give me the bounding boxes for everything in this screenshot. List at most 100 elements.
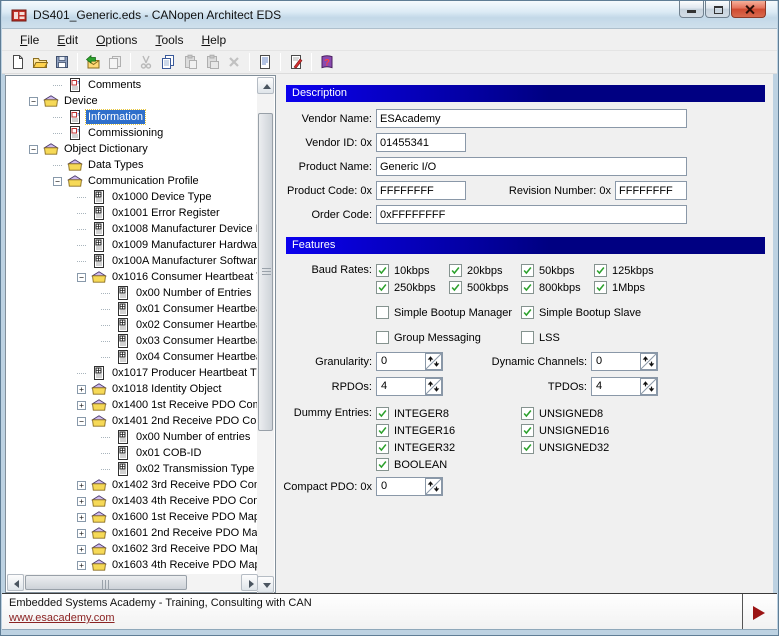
scroll-left-icon[interactable] — [7, 574, 24, 591]
tree-item-label[interactable]: 0x1016 Consumer Heartbeat Time — [110, 270, 258, 284]
tree-item[interactable]: +0x1400 1st Receive PDO Communi — [7, 397, 258, 413]
tree-item[interactable]: +0x1602 3rd Receive PDO Mapping — [7, 541, 258, 557]
spinner-arrows-icon[interactable] — [640, 378, 657, 395]
tree-item[interactable]: 0x02 Transmission Type — [7, 461, 258, 477]
stepper-value[interactable]: 4 — [377, 378, 425, 395]
unchecked-checkbox-icon[interactable] — [376, 331, 389, 344]
checked-checkbox-icon[interactable] — [521, 281, 534, 294]
tree-item[interactable]: 0x00 Number of Entries — [7, 285, 258, 301]
menu-item-edit[interactable]: Edit — [48, 30, 87, 50]
checkbox-20kbps[interactable]: 20kbps — [449, 262, 521, 279]
banner-play-icon[interactable] — [753, 606, 765, 620]
checked-checkbox-icon[interactable] — [521, 306, 534, 319]
validate-button[interactable] — [285, 52, 307, 72]
tree-item[interactable]: 0x01 COB-ID — [7, 445, 258, 461]
tree-item-label[interactable]: 0x01 COB-ID — [134, 446, 203, 460]
tree-expander-plus-icon[interactable]: + — [77, 497, 86, 506]
product-name-input[interactable] — [376, 157, 687, 176]
tree-horizontal-scrollbar[interactable] — [7, 574, 258, 591]
tree-item[interactable]: −Object Dictionary — [7, 141, 258, 157]
tree-item-label[interactable]: 0x1603 4th Receive PDO Mapping — [110, 558, 258, 572]
document-properties-button[interactable] — [254, 52, 276, 72]
spinner-arrows-icon[interactable] — [640, 353, 657, 370]
tree-item[interactable]: +0x1402 3rd Receive PDO Commun — [7, 477, 258, 493]
checkbox-simple-bootup-slave[interactable]: Simple Bootup Slave — [521, 304, 641, 321]
granularity-stepper[interactable]: 0 — [376, 352, 443, 371]
tree-item-label[interactable]: 0x04 Consumer Heartbeat Time — [134, 350, 258, 364]
checked-checkbox-icon[interactable] — [449, 281, 462, 294]
checked-checkbox-icon[interactable] — [521, 441, 534, 454]
tree-item[interactable]: 0x1008 Manufacturer Device Name — [7, 221, 258, 237]
tree-item-label[interactable]: 0x00 Number of entries — [134, 430, 252, 444]
tree-item[interactable]: +0x1018 Identity Object — [7, 381, 258, 397]
tree-item-label[interactable]: 0x1017 Producer Heartbeat Time — [110, 366, 258, 380]
scroll-up-icon[interactable] — [257, 77, 274, 94]
tree-item-label[interactable]: 0x1600 1st Receive PDO Mapping — [110, 510, 258, 524]
checkbox-125kbps[interactable]: 125kbps — [594, 262, 654, 279]
tree-item-label[interactable]: 0x1601 2nd Receive PDO Mapping — [110, 526, 258, 540]
tree-item-label[interactable]: 0x01 Consumer Heartbeat Time — [134, 302, 258, 316]
revision-number-input[interactable] — [615, 181, 687, 200]
tree-item[interactable]: −0x1401 2nd Receive PDO Commur — [7, 413, 258, 429]
checkbox-500kbps[interactable]: 500kbps — [449, 279, 521, 296]
unchecked-checkbox-icon[interactable] — [521, 331, 534, 344]
checkbox-50kbps[interactable]: 50kbps — [521, 262, 594, 279]
save-button[interactable] — [51, 52, 73, 72]
tree-item-label[interactable]: Comments — [86, 78, 143, 92]
tree-item-label[interactable]: 0x1009 Manufacturer Hardware Ve — [110, 238, 258, 252]
banner-link[interactable]: www.esacademy.com — [9, 612, 115, 624]
checked-checkbox-icon[interactable] — [521, 264, 534, 277]
checkbox-800kbps[interactable]: 800kbps — [521, 279, 594, 296]
help-contents-button[interactable]: ? — [316, 52, 338, 72]
tree-expander-minus-icon[interactable]: − — [29, 97, 38, 106]
title-bar[interactable]: DS401_Generic.eds - CANopen Architect ED… — [2, 1, 777, 29]
dynamic-channels-stepper[interactable]: 0 — [591, 352, 658, 371]
tree-item-label[interactable]: 0x02 Transmission Type — [134, 462, 256, 476]
copy-button[interactable] — [157, 52, 179, 72]
tree-item-label[interactable]: Communication Profile — [86, 174, 201, 188]
checkbox-unsigned16[interactable]: UNSIGNED16 — [521, 422, 609, 439]
tree-expander-plus-icon[interactable]: + — [77, 385, 86, 394]
checkbox-integer32[interactable]: INTEGER32 — [376, 439, 521, 456]
tree-vertical-scrollbar[interactable] — [257, 77, 274, 593]
tree-item-label[interactable]: Information — [86, 110, 145, 124]
rpdos-stepper[interactable]: 4 — [376, 377, 443, 396]
export-button[interactable] — [82, 52, 104, 72]
tree-expander-minus-icon[interactable]: − — [77, 417, 86, 426]
tree-item[interactable]: 0x1009 Manufacturer Hardware Ve — [7, 237, 258, 253]
tree-expander-plus-icon[interactable]: + — [77, 513, 86, 522]
stepper-value[interactable]: 4 — [592, 378, 640, 395]
stepper-value[interactable]: 0 — [592, 353, 640, 370]
tree-item[interactable]: −Communication Profile — [7, 173, 258, 189]
maximize-button[interactable] — [705, 1, 730, 18]
tree-item-label[interactable]: 0x1403 4th Receive PDO Commun — [110, 494, 258, 508]
checkbox-1mbps[interactable]: 1Mbps — [594, 279, 654, 296]
tree-item[interactable]: 0x00 Number of entries — [7, 429, 258, 445]
checkbox-integer16[interactable]: INTEGER16 — [376, 422, 521, 439]
menu-item-tools[interactable]: Tools — [146, 30, 192, 50]
tree-item-label[interactable]: Device — [62, 94, 100, 108]
tree-item[interactable]: +0x1600 1st Receive PDO Mapping — [7, 509, 258, 525]
tree-item-label[interactable]: 0x00 Number of Entries — [134, 286, 254, 300]
open-button[interactable] — [29, 52, 51, 72]
tree-item-label[interactable]: 0x1001 Error Register — [110, 206, 222, 220]
tree-item-label[interactable]: 0x1400 1st Receive PDO Communi — [110, 398, 258, 412]
spinner-arrows-icon[interactable] — [425, 378, 442, 395]
checked-checkbox-icon[interactable] — [376, 458, 389, 471]
tree-item[interactable]: − Device — [7, 93, 258, 109]
tree-item[interactable]: −0x1016 Consumer Heartbeat Time — [7, 269, 258, 285]
tree-expander-minus-icon[interactable]: − — [29, 145, 38, 154]
tree-item[interactable]: 0x03 Consumer Heartbeat Time — [7, 333, 258, 349]
checked-checkbox-icon[interactable] — [521, 424, 534, 437]
tree-item[interactable]: Information — [7, 109, 258, 125]
tree-expander-plus-icon[interactable]: + — [77, 529, 86, 538]
tree-item-label[interactable]: 0x03 Consumer Heartbeat Time — [134, 334, 258, 348]
vendor-name-input[interactable] — [376, 109, 687, 128]
scroll-right-icon[interactable] — [241, 574, 258, 591]
tree-item-label[interactable]: Data Types — [86, 158, 145, 172]
spinner-arrows-icon[interactable] — [425, 478, 442, 495]
checked-checkbox-icon[interactable] — [376, 441, 389, 454]
checked-checkbox-icon[interactable] — [594, 264, 607, 277]
checkbox-integer8[interactable]: INTEGER8 — [376, 405, 521, 422]
tree-item[interactable]: Data Types — [7, 157, 258, 173]
